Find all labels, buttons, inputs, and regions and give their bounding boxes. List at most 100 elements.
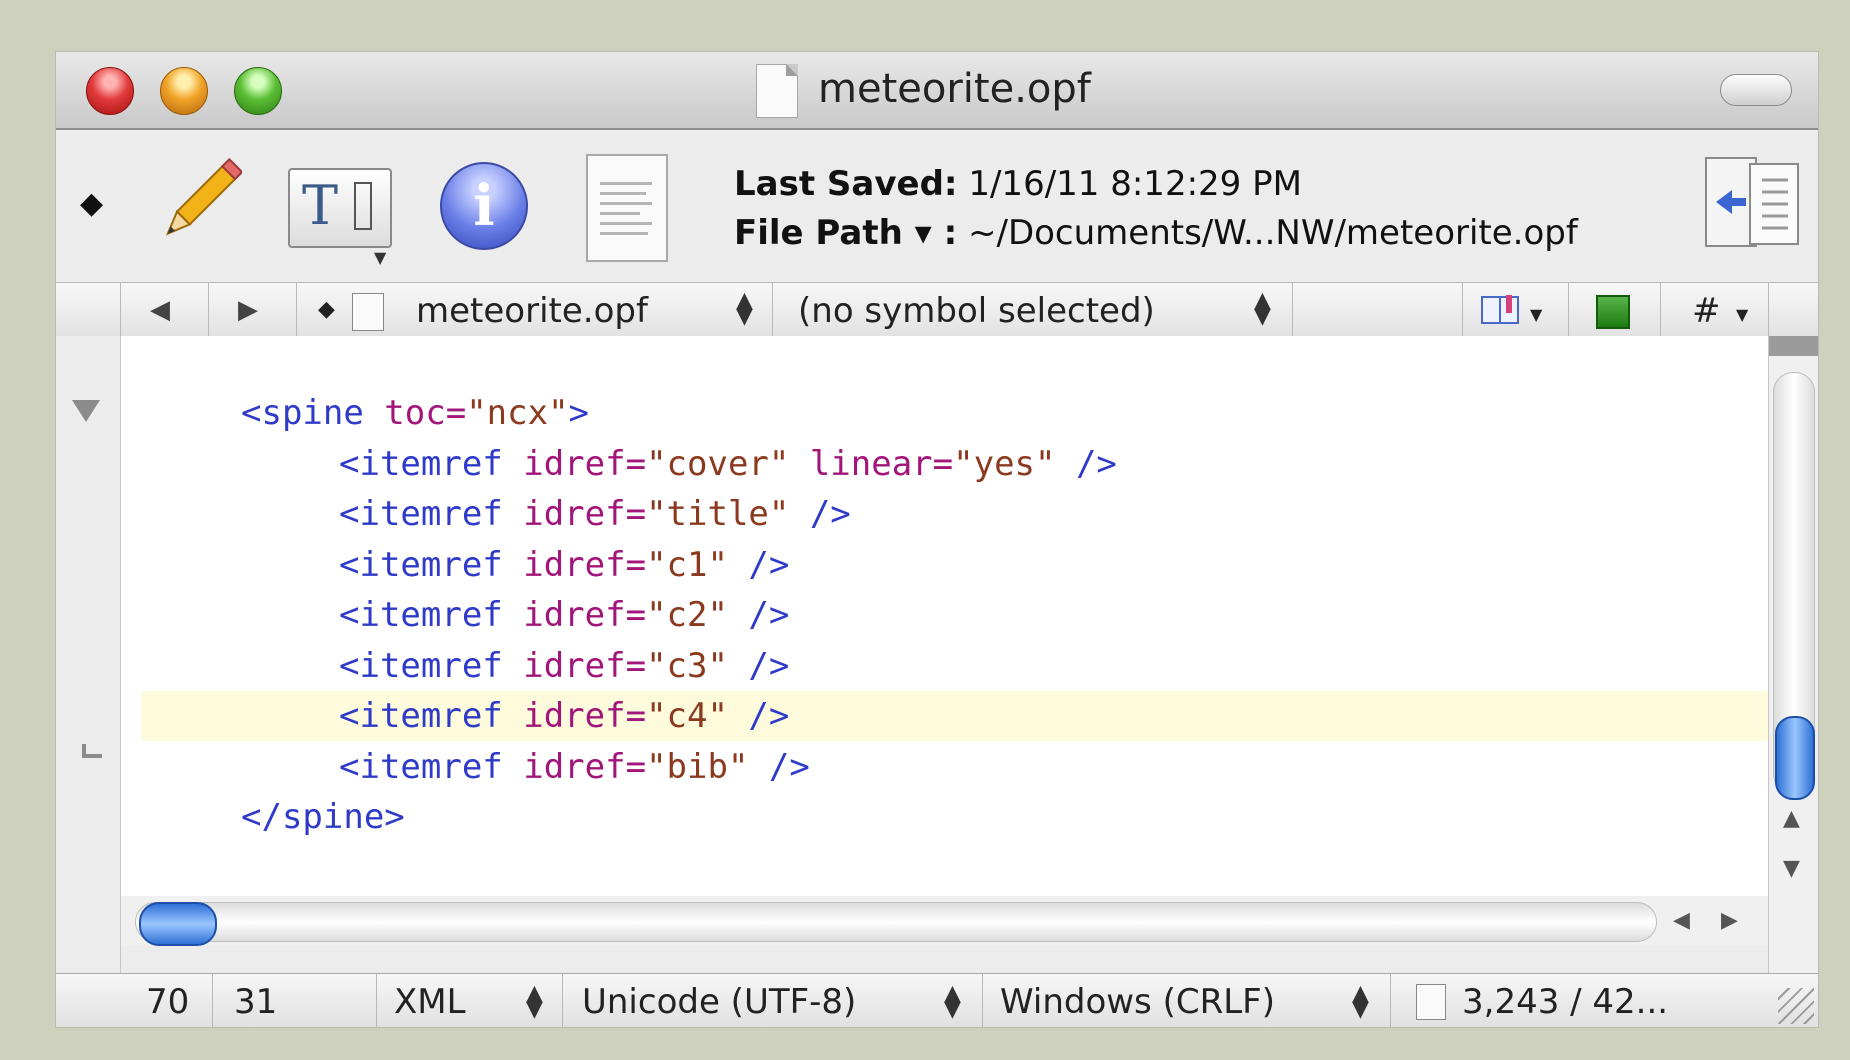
document-size-icon — [1416, 984, 1446, 1020]
vertical-scrollbar[interactable]: ▲ ▼ — [1768, 336, 1818, 973]
code-token-val: "cover" — [646, 443, 810, 484]
sidebar-panel-icon[interactable] — [1704, 152, 1802, 252]
chevron-down-icon[interactable]: ▼ — [1736, 305, 1748, 324]
bookmark-book-icon[interactable] — [1480, 293, 1520, 327]
code-line: <itemref idref="c2" /> — [339, 590, 789, 640]
text-cursor-glyph — [354, 182, 372, 230]
close-button[interactable] — [86, 67, 134, 115]
chevron-down-icon[interactable]: ▼ — [1530, 305, 1542, 324]
nav-separator — [1768, 283, 1769, 337]
scroll-left-arrow-icon[interactable]: ◀ — [1673, 908, 1690, 933]
code-token-attr: idref= — [523, 645, 647, 686]
status-separator — [982, 974, 983, 1027]
horizontal-scrollbar[interactable]: ◀ ▶ — [121, 896, 1768, 946]
code-token-val: "c2" — [646, 595, 749, 635]
code-line: <itemref idref="c1" /> — [339, 540, 789, 590]
doc-line — [600, 222, 652, 225]
document-size: 3,243 / 42... — [1462, 982, 1669, 1022]
scroll-right-arrow-icon[interactable]: ▶ — [1721, 908, 1738, 933]
line-gutter — [56, 336, 121, 973]
encoding-selector[interactable]: Unicode (UTF-8) — [582, 982, 856, 1022]
updown-arrows-icon[interactable]: ▲ ▼ — [526, 983, 543, 1021]
scroll-up-arrow-icon[interactable]: ▲ — [1783, 806, 1800, 831]
line-number[interactable]: 70 — [146, 982, 189, 1022]
status-bar: 70 31 XML ▲ ▼ Unicode (UTF-8) ▲ ▼ Windows … — [56, 973, 1818, 1027]
updown-arrows-icon[interactable]: ▲ ▼ — [736, 290, 753, 328]
symbol-selector[interactable]: (no symbol selected) — [798, 291, 1155, 331]
code-token-val: "c1" — [646, 544, 749, 585]
navigation-bar: ◀ ▶ ◆ meteorite.opf ▲ ▼ (no symbol select… — [56, 282, 1818, 338]
zoom-button[interactable] — [234, 67, 282, 115]
doc-line — [600, 202, 652, 205]
chevron-down-icon[interactable]: ▼ — [374, 248, 386, 267]
fold-triangle-icon[interactable] — [72, 400, 100, 422]
code-line: <itemref idref="c3" /> — [339, 641, 789, 691]
document-proxy-icon[interactable] — [756, 64, 798, 118]
code-token-val: "c4" — [646, 696, 749, 736]
status-separator — [562, 974, 563, 1027]
code-editor[interactable]: <spine toc="ncx"> <itemref idref="cover" … — [121, 336, 1818, 896]
code-line: <spine toc="ncx"> — [241, 388, 589, 438]
last-saved-value: 1/16/11 8:12:29 PM — [968, 164, 1302, 204]
window-title: meteorite.opf — [818, 66, 1091, 112]
code-token-tag: /> — [809, 494, 851, 534]
nav-separator — [1292, 283, 1293, 337]
green-square-icon[interactable] — [1596, 295, 1630, 329]
code-token-attr: idref= — [523, 696, 647, 736]
toolbar-marker-icon: ◆ — [80, 186, 104, 221]
hash-menu[interactable]: # — [1692, 291, 1721, 331]
nav-separator — [296, 283, 297, 337]
code-token-tag: /> — [768, 746, 810, 787]
toolbar-toggle-button[interactable] — [1720, 74, 1792, 106]
last-saved-row: Last Saved: 1/16/11 8:12:29 PM — [734, 160, 1578, 209]
resize-grip-icon[interactable] — [1778, 988, 1814, 1024]
code-token-tag: <itemref — [339, 494, 524, 534]
forward-arrow-icon[interactable]: ▶ — [238, 295, 258, 325]
file-icon — [352, 293, 384, 331]
text-options-icon[interactable]: T — [288, 168, 392, 248]
scroll-down-arrow-icon[interactable]: ▼ — [1783, 856, 1800, 881]
code-token-val: "ncx" — [466, 393, 569, 433]
nav-separator — [208, 283, 209, 337]
doc-line — [600, 182, 652, 185]
minimize-button[interactable] — [160, 67, 208, 115]
code-token-val: "c3" — [646, 645, 749, 686]
editor-window: meteorite.opf ◆ T ▼ i Last Saved: 1/16/1… — [56, 52, 1818, 1027]
fold-end-icon — [82, 744, 102, 758]
code-token-attr: linear= — [809, 443, 954, 484]
split-handle[interactable] — [1769, 336, 1818, 356]
updown-arrows-icon[interactable]: ▲ ▼ — [1352, 983, 1369, 1021]
horizontal-scroll-track[interactable] — [135, 902, 1657, 942]
pencil-icon[interactable] — [146, 158, 242, 254]
code-token-tag: <itemref — [339, 443, 524, 484]
vertical-scroll-thumb[interactable] — [1775, 716, 1815, 800]
updown-arrows-icon[interactable]: ▲ ▼ — [1254, 290, 1271, 328]
code-token-val: "bib" — [646, 746, 769, 787]
column-number[interactable]: 31 — [234, 982, 277, 1022]
updown-arrows-icon[interactable]: ▲ ▼ — [944, 983, 961, 1021]
code-token-tag: <itemref — [339, 595, 524, 635]
horizontal-scroll-thumb[interactable] — [139, 902, 217, 946]
file-path-row[interactable]: File Path ▾ : ~/Documents/W...NW/meteori… — [734, 209, 1578, 258]
code-token-val: "title" — [646, 494, 810, 534]
nav-separator — [1660, 283, 1661, 337]
info-icon[interactable]: i — [440, 162, 528, 250]
back-arrow-icon[interactable]: ◀ — [150, 295, 170, 325]
line-endings-selector[interactable]: Windows (CRLF) — [1000, 982, 1275, 1022]
code-token-attr: idref= — [523, 746, 647, 787]
status-separator — [1390, 974, 1391, 1027]
file-path-label[interactable]: File Path ▾ : — [734, 213, 957, 253]
file-selector[interactable]: meteorite.opf — [416, 291, 648, 331]
status-separator — [376, 974, 377, 1027]
code-token-tag: /> — [748, 544, 790, 585]
document-icon[interactable] — [586, 154, 668, 262]
file-path-value: ~/Documents/W...NW/meteorite.opf — [968, 213, 1578, 253]
code-line: </spine> — [241, 792, 405, 842]
code-token-attr: idref= — [523, 544, 647, 585]
marker-icon: ◆ — [318, 297, 335, 322]
code-token-attr: idref= — [523, 494, 647, 534]
language-selector[interactable]: XML — [394, 982, 466, 1022]
doc-line — [600, 192, 646, 195]
code-token-attr: idref= — [523, 595, 647, 635]
code-line: <itemref idref="bib" /> — [339, 742, 810, 792]
